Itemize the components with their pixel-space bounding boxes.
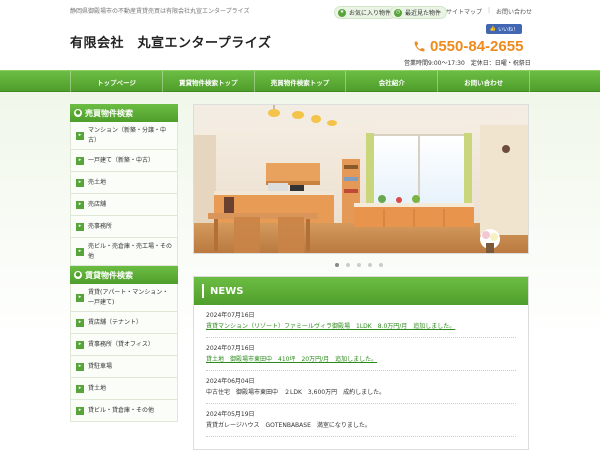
sidebar-item-label: 貸土地 [88, 384, 107, 392]
sidebar-item-rental-building[interactable]: ▸ 貸ビル・貸倉庫・その他 [70, 400, 178, 422]
search-icon: ● [74, 109, 82, 117]
sidebar-item-label: 売事務所 [88, 222, 113, 230]
global-nav: トップページ 賃貸物件検索トップ 売買物件検索トップ 会社紹介 お問い合わせ [0, 70, 600, 93]
sidebar-item-rental-office[interactable]: ▸ 賃事務所（貸オフィス） [70, 334, 178, 356]
sidebar-item-label: 貸ビル・貸倉庫・その他 [88, 406, 155, 414]
sale-search-heading: ● 売買物件検索 [70, 104, 178, 122]
sidebar-item-parking[interactable]: ▸ 貸駐車場 [70, 356, 178, 378]
facebook-like-button[interactable]: 👍 いいね！ [486, 24, 522, 34]
nav-top-page[interactable]: トップページ [70, 71, 163, 93]
news-item: 2024年07月16日 貸土地 御殿場市東田中 410坪 20万円/月 追加しま… [206, 338, 516, 371]
sidebar-item-rental-store[interactable]: ▸ 賃店舗（テナント） [70, 312, 178, 334]
rent-heading-label: 賃貸物件検索 [85, 270, 133, 280]
news-item: 2024年05月19日 賃貸ガレージハウス GOTENBABASE 満室になりま… [206, 404, 516, 437]
utility-links: サイトマップ | お問い合わせ [446, 7, 532, 16]
sidebar-item-land-sale[interactable]: ▸ 売土地 [70, 172, 178, 194]
slider-dot[interactable] [357, 263, 361, 267]
sidebar-item-mansion[interactable]: ▸ マンション（新築・分譲・中古） [70, 122, 178, 150]
slider-dot[interactable] [368, 263, 372, 267]
slider-dot[interactable] [379, 263, 383, 267]
phone-number: 0550-84-2655 [430, 38, 524, 55]
nav-contact[interactable]: お問い合わせ [438, 71, 530, 93]
news-link[interactable]: 貸土地 御殿場市東田中 410坪 20万円/月 追加しました。 [206, 355, 516, 364]
nav-sale-search[interactable]: 売買物件検索トップ [255, 71, 347, 93]
news-date: 2024年06月04日 [206, 378, 255, 385]
chevron-right-icon: ▸ [76, 406, 84, 415]
site-tagline: 静岡県御殿場市の不動産賃貸売買は有限会社丸宣エンタープライズ [70, 8, 250, 15]
news-section: NEWS 2024年07月16日 賃貸マンション（リゾート）ファミールヴィラ御殿… [193, 276, 529, 450]
slider-dot[interactable] [335, 263, 339, 267]
top-strip: 静岡県御殿場市の不動産賃貸売買は有限会社丸宣エンタープライズ ★ お気に入り物件… [0, 0, 600, 22]
sidebar: ● 売買物件検索 ▸ マンション（新築・分譲・中古） ▸ 一戸建て（新築・中古）… [70, 104, 178, 422]
recent-button[interactable]: ◷ 最近見た物件 [390, 6, 448, 19]
hero-image-kitchen [194, 105, 528, 253]
slider-dot[interactable] [346, 263, 350, 267]
chevron-right-icon: ▸ [76, 222, 84, 231]
sale-heading-label: 売買物件検索 [85, 108, 133, 118]
sidebar-item-label: 売ビル・売倉庫・売工場・その他 [88, 242, 173, 260]
rent-search-heading: ● 賃貸物件検索 [70, 266, 178, 284]
news-date: 2024年05月19日 [206, 411, 255, 418]
news-text: 賃貸ガレージハウス GOTENBABASE 満室になりました。 [206, 422, 371, 429]
hero-slider[interactable] [193, 104, 529, 254]
sidebar-item-house[interactable]: ▸ 一戸建て（新築・中古） [70, 150, 178, 172]
phone-contact[interactable]: 0550-84-2655 [413, 38, 523, 55]
sidebar-item-rental-residence[interactable]: ▸ 賃貸(アパート・マンション・一戸建て) [70, 284, 178, 312]
chevron-right-icon: ▸ [76, 131, 84, 140]
chevron-right-icon: ▸ [76, 384, 84, 393]
divider: | [488, 7, 491, 14]
news-header: NEWS [194, 277, 528, 305]
company-name[interactable]: 有限会社 丸宣エンタープライズ [70, 32, 271, 51]
news-list: 2024年07月16日 賃貸マンション（リゾート）ファミールヴィラ御殿場 1LD… [194, 305, 528, 437]
sidebar-item-label: マンション（新築・分譲・中古） [88, 126, 167, 144]
sidebar-item-label: 売店舗 [88, 200, 107, 208]
heading-bar [202, 284, 204, 298]
recent-label: 最近見た物件 [405, 10, 442, 17]
sidebar-item-label: 賃貸(アパート・マンション・一戸建て) [88, 288, 169, 306]
thumbs-up-icon: 👍 [489, 26, 497, 32]
sidebar-item-building-sale[interactable]: ▸ 売ビル・売倉庫・売工場・その他 [70, 238, 178, 266]
news-text: 中古住宅 御殿場市東田中 ２LDK 3,600万円 成約しました。 [206, 389, 386, 396]
sidebar-item-label: 賃店舗（テナント） [88, 318, 143, 326]
chevron-right-icon: ▸ [76, 293, 84, 302]
news-item: 2024年06月04日 中古住宅 御殿場市東田中 ２LDK 3,600万円 成約… [206, 371, 516, 404]
slider-pagination [335, 263, 383, 267]
news-title: NEWS [210, 285, 244, 297]
news-link[interactable]: 賃貸マンション（リゾート）ファミールヴィラ御殿場 1LDK 8.0万円/月 追加… [206, 322, 516, 331]
chevron-right-icon: ▸ [76, 178, 84, 187]
fb-like-label: いいね！ [498, 26, 519, 33]
chevron-right-icon: ▸ [76, 340, 84, 349]
chevron-right-icon: ▸ [76, 156, 84, 165]
search-icon: ● [74, 271, 82, 279]
sidebar-item-office-sale[interactable]: ▸ 売事務所 [70, 216, 178, 238]
sidebar-item-rental-land[interactable]: ▸ 貸土地 [70, 378, 178, 400]
phone-icon [414, 41, 425, 52]
chevron-right-icon: ▸ [76, 318, 84, 327]
news-date: 2024年07月16日 [206, 312, 255, 319]
chevron-right-icon: ▸ [76, 200, 84, 209]
chevron-right-icon: ▸ [76, 362, 84, 371]
sidebar-item-label: 売土地 [88, 178, 107, 186]
sidebar-item-label: 貸駐車場 [88, 362, 113, 370]
business-hours: 営業時間9:00～17:30 定休日：日曜・祝祭日 [404, 60, 531, 67]
sidebar-item-label: 賃事務所（貸オフィス） [88, 340, 154, 348]
sidebar-item-label: 一戸建て（新築・中古） [88, 156, 155, 164]
favorites-button[interactable]: ★ お気に入り物件 [334, 6, 398, 19]
chevron-right-icon: ▸ [76, 247, 84, 256]
nav-rental-search[interactable]: 賃貸物件検索トップ [163, 71, 255, 93]
clock-icon: ◷ [394, 8, 402, 17]
news-date: 2024年07月16日 [206, 345, 255, 352]
news-item: 2024年07月16日 賃貸マンション（リゾート）ファミールヴィラ御殿場 1LD… [206, 305, 516, 338]
sitemap-link[interactable]: サイトマップ [446, 7, 482, 16]
contact-link[interactable]: お問い合わせ [496, 7, 532, 16]
star-icon: ★ [338, 8, 346, 17]
sidebar-item-store-sale[interactable]: ▸ 売店舗 [70, 194, 178, 216]
favorites-label: お気に入り物件 [349, 10, 392, 17]
nav-company[interactable]: 会社紹介 [346, 71, 439, 93]
